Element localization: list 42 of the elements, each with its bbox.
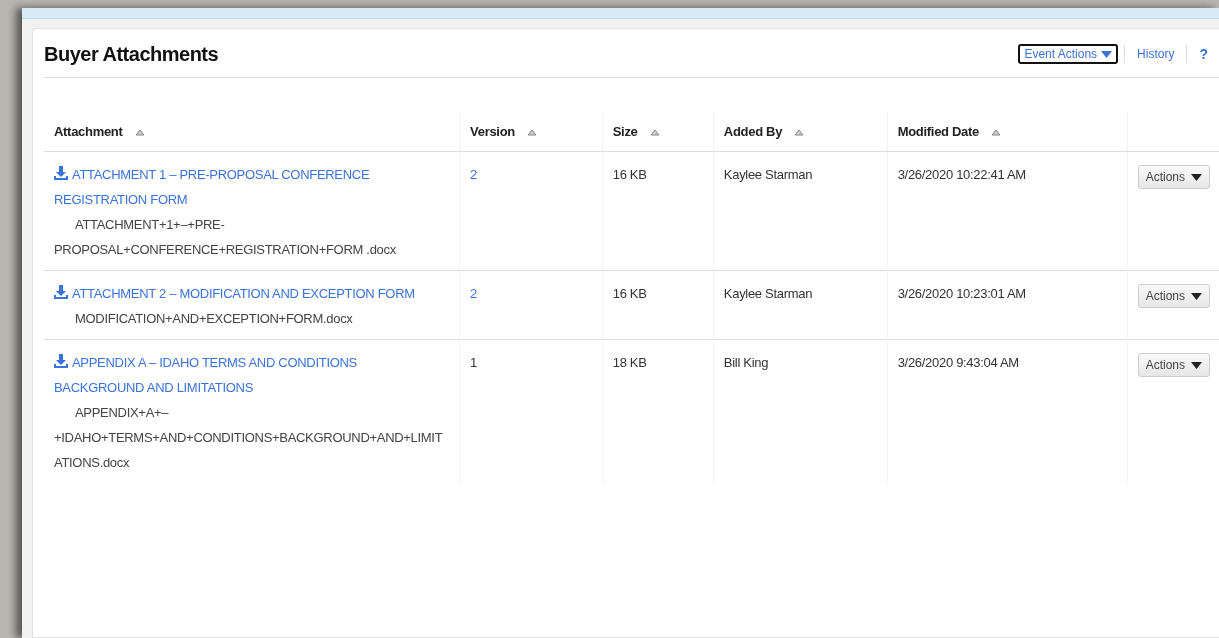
file-name: ATTACHMENT+1+–+PRE-PROPOSAL+CONFERENCE+REGISTRATION+FORM .docx bbox=[54, 216, 397, 259]
version-link[interactable]: 2 bbox=[470, 286, 477, 301]
modified-date: 3/26/2020 10:22:41 AM bbox=[897, 167, 1026, 182]
actions-button[interactable]: Actions bbox=[1137, 165, 1210, 189]
history-link[interactable]: History bbox=[1131, 44, 1181, 64]
help-link[interactable]: ? bbox=[1193, 43, 1214, 65]
download-icon bbox=[54, 354, 68, 368]
modified-date: 3/26/2020 9:43:04 AM bbox=[897, 355, 1019, 370]
column-header[interactable]: Size bbox=[612, 123, 638, 139]
column-header[interactable]: Added By bbox=[723, 123, 783, 139]
caret-icon bbox=[1191, 361, 1202, 369]
event-actions-menu[interactable]: Event Actions bbox=[1018, 44, 1119, 64]
file-name: MODIFICATION+AND+EXCEPTION+FORM.docx bbox=[74, 310, 354, 328]
sort-icon[interactable] bbox=[649, 128, 660, 136]
caret-icon bbox=[1191, 292, 1202, 300]
sort-icon[interactable] bbox=[526, 128, 537, 136]
file-name: APPENDIX+A+–+IDAHO+TERMS+AND+CONDITIONS+BACKGROUND+AND+LIMITATIONS.docx bbox=[54, 404, 444, 472]
attachment-link[interactable]: ATTACHMENT 1 – PRE-PROPOSAL CONFERENCE REGISTRATION FORM bbox=[54, 162, 450, 212]
added-by: Kaylee Starman bbox=[723, 167, 813, 182]
sort-icon[interactable] bbox=[991, 128, 1001, 136]
column-header[interactable]: Modified Date bbox=[897, 123, 979, 139]
actions-button[interactable]: Actions bbox=[1137, 353, 1210, 377]
modified-date: 3/26/2020 10:23:01 AM bbox=[897, 286, 1026, 301]
version-number: 1 bbox=[470, 355, 477, 370]
added-by: Kaylee Starman bbox=[723, 286, 813, 301]
sort-icon[interactable] bbox=[134, 128, 145, 136]
sort-icon[interactable] bbox=[794, 128, 805, 136]
version-link[interactable]: 2 bbox=[470, 167, 477, 182]
actions-button[interactable]: Actions bbox=[1137, 284, 1210, 308]
panel-title: Buyer Attachments bbox=[44, 42, 219, 66]
download-icon bbox=[54, 285, 68, 299]
file-size: 16 KB bbox=[612, 167, 647, 182]
file-size: 16 KB bbox=[612, 286, 647, 301]
column-header[interactable]: Version bbox=[470, 123, 515, 139]
file-size: 18 KB bbox=[612, 355, 647, 370]
caret-icon bbox=[1101, 50, 1113, 58]
attachment-link[interactable]: ATTACHMENT 2 – MODIFICATION AND EXCEPTION FORM bbox=[54, 281, 450, 306]
attachment-link[interactable]: APPENDIX A – IDAHO TERMS AND CONDITIONS BACKGROUND AND LIMITATIONS bbox=[54, 350, 450, 400]
caret-icon bbox=[1191, 173, 1202, 181]
column-header[interactable]: Attachment bbox=[54, 123, 123, 139]
added-by: Bill King bbox=[723, 355, 769, 370]
download-icon bbox=[54, 166, 68, 180]
